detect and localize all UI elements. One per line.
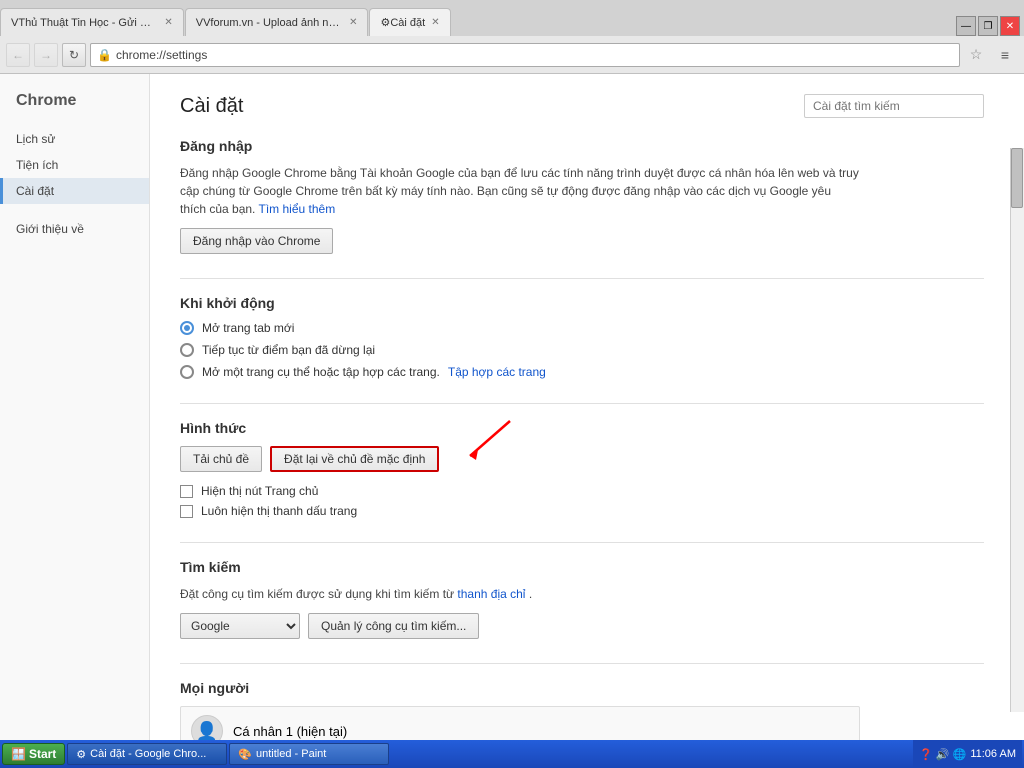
search-section-title: Tìm kiếm: [180, 559, 984, 575]
tray-icon-1: ❓: [919, 748, 933, 761]
settings-search-input[interactable]: [804, 94, 984, 118]
startup-options: Mở trang tab mới Tiếp tục từ điểm bạn đã…: [180, 321, 984, 379]
appearance-section-title: Hình thức: [180, 420, 984, 436]
sidebar-divider: [0, 204, 149, 216]
taskbar-right: ❓ 🔊 🌐 11:06 AM: [913, 740, 1022, 768]
tab-3-close[interactable]: ✕: [431, 17, 439, 28]
restore-button[interactable]: ❐: [978, 16, 998, 36]
tab-2-close[interactable]: ✕: [349, 17, 357, 28]
sidebar-item-history[interactable]: Lịch sử: [0, 126, 149, 152]
home-button-checkbox-item[interactable]: Hiện thị nút Trang chủ: [180, 484, 984, 498]
divider-4: [180, 663, 984, 664]
url-lock-icon: 🔒: [97, 48, 112, 62]
clock: 11:06 AM: [970, 748, 1016, 760]
title-bar: V Thủ Thuật Tin Học - Gửi Đề... ✕ V Vfor…: [0, 0, 1024, 36]
startup-new-tab[interactable]: Mở trang tab mới: [180, 321, 984, 335]
manage-search-button[interactable]: Quản lý công cụ tìm kiếm...: [308, 613, 479, 639]
bookmarks-bar-checkbox[interactable]: [180, 505, 193, 518]
sidebar: Chrome Lịch sử Tiện ích Cài đặt Giới thi…: [0, 74, 150, 740]
startup-section-title: Khi khởi động: [180, 295, 984, 311]
toolbar: ← → ↻ 🔒 chrome://settings ☆ ≡: [0, 36, 1024, 74]
tab-2[interactable]: V Vforum.vn - Upload ảnh nha... ✕: [185, 8, 369, 36]
taskbar-item-paint[interactable]: 🎨 untitled - Paint: [229, 743, 389, 765]
tray-icon-3: 🌐: [953, 748, 967, 761]
people-section-title: Mọi người: [180, 680, 984, 696]
settings-content: Cài đặt Đăng nhập Đăng nhập Google Chrom…: [150, 74, 1024, 740]
taskbar-paint-icon: 🎨: [238, 748, 252, 761]
bookmarks-bar-checkbox-item[interactable]: Luôn hiện thị thanh dấu trang: [180, 504, 984, 518]
window-controls: — ❐ ✕: [956, 16, 1024, 36]
person-name: Cá nhân 1 (hiện tại): [233, 724, 347, 739]
learn-more-link[interactable]: Tìm hiểu thêm: [259, 202, 336, 216]
startup-continue-radio[interactable]: [180, 343, 194, 357]
divider-1: [180, 278, 984, 279]
address-bar-link[interactable]: thanh địa chỉ: [457, 587, 525, 601]
start-icon: 🪟: [11, 747, 26, 761]
page-title: Cài đặt: [180, 95, 243, 118]
search-engine-select[interactable]: Google Bing Yahoo: [180, 613, 300, 639]
startup-specific[interactable]: Mở một trang cụ thể hoặc tập hợp các tra…: [180, 365, 984, 379]
chrome-logo: Chrome: [0, 84, 149, 126]
avatar: 👤: [191, 715, 223, 740]
forward-button[interactable]: →: [34, 43, 58, 67]
login-button[interactable]: Đăng nhập vào Chrome: [180, 228, 333, 254]
tab-3-icon: ⚙: [380, 16, 390, 29]
tab-2-icon: V: [196, 17, 203, 29]
tab-1[interactable]: V Thủ Thuật Tin Học - Gửi Đề... ✕: [0, 8, 184, 36]
tab-1-label: Thủ Thuật Tin Học - Gửi Đề...: [18, 17, 158, 29]
login-section: Đăng nhập Đăng nhập Google Chrome bằng T…: [180, 138, 984, 254]
sidebar-item-about[interactable]: Giới thiệu về: [0, 216, 149, 242]
taskbar-item-settings[interactable]: ⚙ Cài đặt - Google Chro...: [67, 743, 227, 765]
search-engine-row: Google Bing Yahoo Quản lý công cụ tìm ki…: [180, 613, 984, 639]
url-bar[interactable]: 🔒 chrome://settings: [90, 43, 960, 67]
minimize-button[interactable]: —: [956, 16, 976, 36]
sidebar-item-extensions[interactable]: Tiện ích: [0, 152, 149, 178]
settings-button[interactable]: ≡: [992, 42, 1018, 68]
page-title-row: Cài đặt: [180, 94, 984, 118]
tab-3[interactable]: ⚙ Cài đặt ✕: [369, 8, 450, 36]
divider-3: [180, 542, 984, 543]
pages-link[interactable]: Tập hợp các trang: [448, 365, 546, 379]
startup-section: Khi khởi động Mở trang tab mới Tiếp tục …: [180, 295, 984, 379]
tab-3-label: Cài đặt: [390, 17, 425, 29]
startup-specific-radio[interactable]: [180, 365, 194, 379]
taskbar-settings-icon: ⚙: [76, 748, 86, 761]
login-section-title: Đăng nhập: [180, 138, 984, 154]
url-text: chrome://settings: [116, 48, 207, 62]
bookmark-star-button[interactable]: ☆: [964, 43, 988, 67]
tab-1-icon: V: [11, 17, 18, 29]
search-description: Đặt công cụ tìm kiếm được sử dụng khi tì…: [180, 585, 860, 603]
person-row: 👤 Cá nhân 1 (hiện tại): [180, 706, 860, 740]
tab-2-label: Vforum.vn - Upload ảnh nha...: [203, 17, 343, 29]
close-button[interactable]: ✕: [1000, 16, 1020, 36]
content-area: Chrome Lịch sử Tiện ích Cài đặt Giới thi…: [0, 74, 1024, 740]
startup-continue[interactable]: Tiếp tục từ điểm bạn đã dừng lại: [180, 343, 984, 357]
start-button[interactable]: 🪟 Start: [2, 743, 65, 765]
divider-2: [180, 403, 984, 404]
scrollbar[interactable]: [1010, 148, 1024, 712]
startup-new-tab-radio[interactable]: [180, 321, 194, 335]
refresh-button[interactable]: ↻: [62, 43, 86, 67]
back-button[interactable]: ←: [6, 43, 30, 67]
search-section: Tìm kiếm Đặt công cụ tìm kiếm được sử dụ…: [180, 559, 984, 639]
login-description: Đăng nhập Google Chrome bằng Tài khoản G…: [180, 164, 860, 218]
red-arrow-annotation: [440, 416, 520, 466]
sidebar-item-settings[interactable]: Cài đặt: [0, 178, 149, 204]
people-section: Mọi người 👤 Cá nhân 1 (hiện tại) ✓ Bật d…: [180, 680, 984, 740]
tab-1-close[interactable]: ✕: [164, 17, 172, 28]
theme-button[interactable]: Tải chủ đề: [180, 446, 262, 472]
taskbar: 🪟 Start ⚙ Cài đặt - Google Chro... 🎨 unt…: [0, 740, 1024, 768]
scrollbar-thumb[interactable]: [1011, 148, 1023, 208]
appearance-section: Hình thức Tải chủ đề Đặt lại về chủ đề m…: [180, 420, 984, 518]
tray-icon-2: 🔊: [936, 748, 950, 761]
reset-theme-button[interactable]: Đặt lại về chủ đề mặc định: [270, 446, 439, 472]
system-tray-icons: ❓ 🔊 🌐: [919, 748, 966, 761]
home-button-checkbox[interactable]: [180, 485, 193, 498]
